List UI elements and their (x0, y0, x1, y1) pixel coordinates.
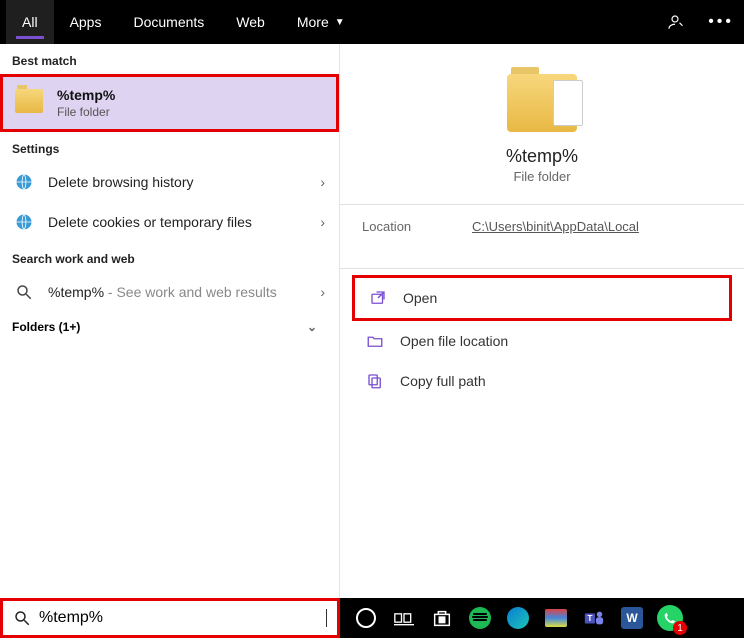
folder-icon (15, 89, 47, 117)
chevron-right-icon: › (320, 174, 325, 190)
folders-label: Folders (1+) (12, 320, 80, 334)
whatsapp-button[interactable]: 1 (654, 602, 686, 634)
spotify-button[interactable] (464, 602, 496, 634)
task-view-button[interactable] (388, 602, 420, 634)
chevron-down-icon: ▼ (335, 17, 345, 28)
chevron-right-icon: › (320, 214, 325, 230)
action-open-file-location[interactable]: Open file location (352, 321, 732, 361)
action-label: Open file location (400, 333, 508, 349)
web-result-suffix: - See work and web results (104, 284, 277, 300)
preview-title: %temp% (506, 146, 578, 167)
search-icon (14, 282, 34, 302)
more-options-icon[interactable]: ••• (708, 13, 734, 31)
microsoft-store-button[interactable] (426, 602, 458, 634)
search-filter-tabs: All Apps Documents Web More ▼ ••• (0, 0, 744, 44)
web-search-result[interactable]: %temp% - See work and web results › (0, 272, 339, 312)
tab-all[interactable]: All (6, 0, 54, 44)
settings-item-delete-cookies[interactable]: Delete cookies or temporary files › (0, 202, 339, 242)
best-match-subtitle: File folder (57, 105, 115, 119)
best-match-title: %temp% (57, 87, 115, 103)
web-result-term: %temp% (48, 284, 104, 300)
teams-button[interactable]: T (578, 602, 610, 634)
open-icon (367, 287, 389, 309)
results-list: Best match %temp% File folder Settings D… (0, 44, 340, 598)
chevron-down-icon: ⌄ (307, 320, 317, 334)
best-match-heading: Best match (0, 44, 339, 74)
settings-item-delete-history[interactable]: Delete browsing history › (0, 162, 339, 202)
location-value[interactable]: C:\Users\binit\AppData\Local (472, 219, 639, 234)
action-copy-full-path[interactable]: Copy full path (352, 361, 732, 401)
tab-web[interactable]: Web (220, 0, 281, 44)
search-input-container[interactable] (0, 598, 340, 638)
action-label: Open (403, 290, 437, 306)
taskbar: T W 1 (340, 598, 744, 638)
tab-more-label: More (297, 14, 329, 30)
preview-pane: %temp% File folder Location C:\Users\bin… (340, 44, 744, 598)
action-label: Copy full path (400, 373, 486, 389)
feedback-icon[interactable] (666, 13, 684, 31)
edge-button[interactable] (502, 602, 534, 634)
settings-heading: Settings (0, 132, 339, 162)
globe-history-icon (14, 172, 34, 192)
tab-apps[interactable]: Apps (54, 0, 118, 44)
tab-documents[interactable]: Documents (117, 0, 220, 44)
search-web-heading: Search work and web (0, 242, 339, 272)
settings-item-label: Delete cookies or temporary files (48, 214, 252, 230)
best-match-result[interactable]: %temp% File folder (0, 74, 339, 132)
cortana-button[interactable] (350, 602, 382, 634)
notification-badge: 1 (673, 621, 687, 635)
settings-item-label: Delete browsing history (48, 174, 194, 190)
preview-subtitle: File folder (513, 169, 570, 184)
copy-icon (364, 370, 386, 392)
svg-text:T: T (587, 614, 592, 623)
chevron-right-icon: › (320, 284, 325, 300)
search-input[interactable] (39, 609, 324, 627)
action-open[interactable]: Open (352, 275, 732, 321)
tab-more[interactable]: More ▼ (281, 0, 361, 44)
location-label: Location (362, 219, 472, 234)
paint-button[interactable] (540, 602, 572, 634)
folders-group[interactable]: Folders (1+) ⌄ (0, 312, 339, 342)
globe-cookies-icon (14, 212, 34, 232)
location-row: Location C:\Users\binit\AppData\Local (340, 205, 744, 248)
search-icon (13, 609, 31, 627)
text-cursor (326, 609, 327, 627)
folder-open-icon (364, 330, 386, 352)
folder-icon (507, 74, 577, 132)
word-button[interactable]: W (616, 602, 648, 634)
